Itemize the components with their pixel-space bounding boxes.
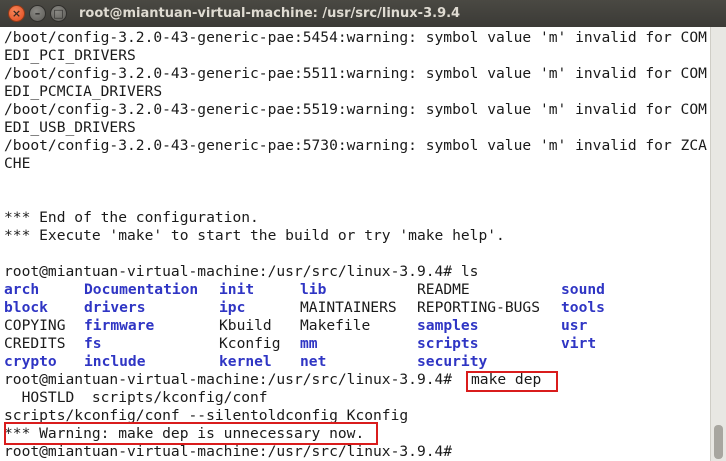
terminal-line: EDI_PCI_DRIVERS [4,47,136,64]
terminal-line: EDI_USB_DRIVERS [4,119,136,136]
ls-row: COPYING firmware Kbuild Makefile samples… [4,317,587,335]
ls-entry: ipc [219,299,246,316]
ls-entry: net [300,353,327,370]
ls-entry: security [417,353,488,370]
terminal-line: /boot/config-3.2.0-43-generic-pae:5454:w… [4,29,707,46]
command-highlight-box [466,371,558,392]
ls-entry: sound [561,281,605,298]
ls-entry: firmware [84,317,155,334]
ls-entry: init [219,281,255,298]
ls-entry: Documentation [84,281,199,298]
terminal-line: /boot/config-3.2.0-43-generic-pae:5730:w… [4,137,707,154]
prompt-line: root@miantuan-virtual-machine:/usr/src/l… [4,371,541,389]
terminal-line: *** End of the configuration. [4,209,259,226]
terminal-line: root@miantuan-virtual-machine:/usr/src/l… [4,263,479,280]
ls-entry: include [84,353,146,370]
minimize-window-icon[interactable]: – [29,5,46,22]
ls-entry: virt [561,335,597,352]
terminal-line: /boot/config-3.2.0-43-generic-pae:5511:w… [4,65,707,82]
ls-row: block drivers ipc MAINTAINERS REPORTING-… [4,299,605,317]
scrollbar-thumb[interactable] [714,425,723,459]
terminal-line: *** Execute 'make' to start the build or… [4,227,505,244]
ls-entry: block [4,299,48,316]
ls-entry: Kconfig [219,335,281,352]
ls-entry: MAINTAINERS [300,299,397,316]
ls-row: CREDITS fs Kconfig mm scripts virt [4,335,596,353]
ls-row: crypto include kernel net security [4,353,487,371]
ls-entry: README [417,281,470,298]
terminal-line: /boot/config-3.2.0-43-generic-pae:5519:w… [4,101,707,118]
vertical-scrollbar[interactable] [710,27,726,461]
terminal-line: EDI_PCMCIA_DRIVERS [4,83,163,100]
ls-entry: lib [300,281,327,298]
terminal-line: CHE [4,155,31,172]
close-window-icon[interactable]: × [8,5,25,22]
ls-entry: Makefile [300,317,371,334]
ls-entry: CREDITS [4,335,66,352]
ls-entry: COPYING [4,317,66,334]
ls-entry: REPORTING-BUGS [417,299,541,316]
ls-entry: samples [417,317,479,334]
window-titlebar[interactable]: × – □ root@miantuan-virtual-machine: /us… [0,0,726,28]
window-title: root@miantuan-virtual-machine: /usr/src/… [79,6,461,21]
ls-entry: mm [300,335,318,352]
ls-entry: Kbuild [219,317,272,334]
terminal-output[interactable]: /boot/config-3.2.0-43-generic-pae:5454:w… [0,27,710,461]
ls-entry: usr [561,317,588,334]
warning-highlight-box [4,422,378,445]
ls-entry: kernel [219,353,272,370]
ls-entry: arch [4,281,40,298]
ls-entry: crypto [4,353,57,370]
ls-entry: scripts [417,335,479,352]
shell-prompt: root@miantuan-virtual-machine:/usr/src/l… [4,371,453,388]
ls-row: arch Documentation init lib README sound [4,281,605,299]
ls-entry: fs [84,335,102,352]
ls-entry: tools [561,299,605,316]
maximize-window-icon[interactable]: □ [50,5,67,22]
terminal-line: HOSTLD scripts/kconfig/conf [4,389,268,406]
shell-prompt: root@miantuan-virtual-machine:/usr/src/l… [4,443,453,460]
ls-entry: drivers [84,299,146,316]
